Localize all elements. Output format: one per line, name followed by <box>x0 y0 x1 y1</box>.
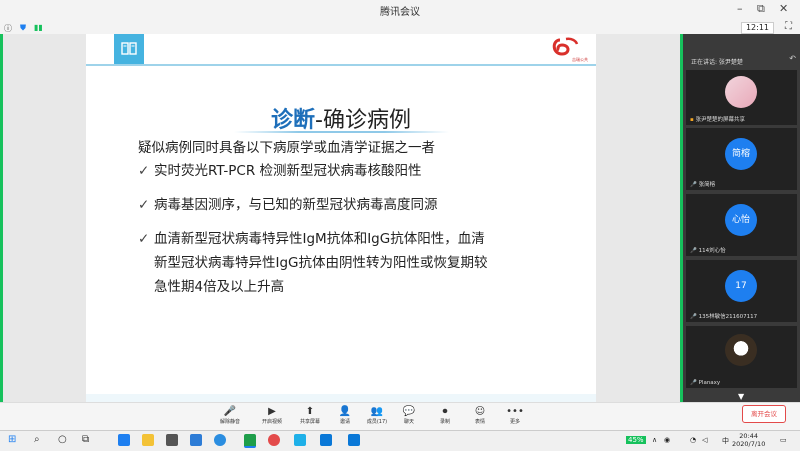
title-bar: 腾讯会议 – ⧉ ✕ <box>0 0 800 20</box>
bullet-3: ✓ 血清新型冠状病毒特异性IgM抗体和IgG抗体阳性，血清 <box>138 228 485 250</box>
check-icon: ✓ <box>138 163 150 179</box>
signal-icon: ▮▮ <box>34 23 43 32</box>
bullet-1: ✓ 实时荧光RT-PCR 检测新型冠状病毒核酸阳性 <box>138 160 422 182</box>
wifi-icon[interactable]: ◔ <box>690 436 696 444</box>
participant-tile[interactable]: 17 🎤 135林敏信211607117 <box>686 260 797 322</box>
shield-icon[interactable]: ⛊ <box>20 23 26 34</box>
battery-indicator[interactable]: 45% <box>626 436 646 444</box>
network-icon[interactable]: ◉ <box>664 436 670 444</box>
unmute-button[interactable]: 🎤 解除静音 <box>215 405 245 425</box>
camera-icon: ▶ <box>268 406 276 417</box>
participant-tile[interactable]: 简榕 🎤 张简榕 <box>686 128 797 190</box>
slide-title: 诊断-确诊病例 <box>86 102 596 134</box>
record-icon: ⏺ <box>442 406 448 417</box>
windows-start-icon[interactable]: ⊞ <box>8 434 16 445</box>
slide-intro: 疑似病例同时具备以下病原学或血清学证据之一者 <box>138 140 435 156</box>
avatar: 心怡 <box>725 204 757 236</box>
check-icon: ✓ <box>138 231 150 247</box>
search-icon[interactable]: ⌕ <box>34 434 40 445</box>
avatar: 17 <box>725 270 757 302</box>
slide-header-band <box>86 34 596 66</box>
smile-icon: ☺ <box>474 406 486 417</box>
cortana-icon[interactable]: ○ <box>58 434 67 445</box>
chevron-up-icon[interactable]: ∧ <box>652 436 657 444</box>
bullet-3-line-3: 急性期4倍及以上升高 <box>154 279 285 295</box>
volume-icon[interactable]: ◁ <box>702 436 707 444</box>
avatar: 简榕 <box>725 138 757 170</box>
close-button[interactable]: ✕ <box>779 2 788 15</box>
members-icon: 👥 <box>370 406 384 417</box>
info-icon[interactable]: ⓘ <box>4 23 12 34</box>
tencent-meeting-icon[interactable] <box>244 434 256 448</box>
collapse-arrow-icon[interactable]: ↶ <box>789 54 796 63</box>
notification-icon[interactable]: ▭ <box>780 436 787 444</box>
participant-panel: 正在讲话: 张尹楚楚 ↶ ▪ 张尹楚楚的屏幕共享 简榕 🎤 张简榕 心怡 🎤 1… <box>683 34 800 402</box>
mail-icon[interactable] <box>190 434 202 446</box>
share-screen-button[interactable]: ⬆ 共享屏幕 <box>295 405 325 425</box>
start-video-button[interactable]: ▶ 开启视频 <box>257 405 287 425</box>
participant-name: 🎤 Planaxy <box>690 380 721 386</box>
microphone-muted-icon: 🎤 <box>223 406 237 417</box>
avatar <box>725 76 757 108</box>
record-button[interactable]: ⏺ 录制 <box>430 405 460 425</box>
slide-footer <box>86 394 596 402</box>
chevron-down-icon[interactable]: ▼ <box>738 392 744 401</box>
participant-tile[interactable]: 🎤 Planaxy <box>686 326 797 388</box>
logo-text: 吉瑞公共 <box>572 57 588 62</box>
participant-tile[interactable]: ▪ 张尹楚楚的屏幕共享 <box>686 70 797 125</box>
edge-icon[interactable] <box>118 434 130 446</box>
participant-name: 🎤 135林敏信211607117 <box>690 314 758 320</box>
app-icon[interactable] <box>320 434 332 446</box>
invite-button[interactable]: 👤 邀请 <box>330 405 360 425</box>
avatar <box>725 334 757 366</box>
participant-tile[interactable]: 心怡 🎤 114刘心怡 <box>686 194 797 256</box>
shared-screen: 吉瑞公共 诊断-确诊病例 疑似病例同时具备以下病原学或血清学证据之一者 ✓ 实时荧… <box>0 34 683 402</box>
meeting-toolbar: 🎤 解除静音 ▶ 开启视频 ⬆ 共享屏幕 👤 邀请 👥 成员(17) 💬 聊天 ⏺ 录制 ☺ 表… <box>0 402 800 431</box>
store-icon[interactable] <box>166 434 178 446</box>
speaking-indicator: 正在讲话: 张尹楚楚 <box>691 59 743 66</box>
participant-name: 🎤 114刘心怡 <box>690 248 726 254</box>
chat-button[interactable]: 💬 聊天 <box>394 405 424 425</box>
title-underline <box>234 131 449 133</box>
share-border-left <box>0 34 3 402</box>
bullet-3-line-2: 新型冠状病毒特异性IgG抗体由阴性转为阳性或恢复期较 <box>154 255 488 271</box>
window-title: 腾讯会议 <box>380 7 420 18</box>
members-button[interactable]: 👥 成员(17) <box>362 405 392 425</box>
more-icon: ••• <box>506 406 524 417</box>
emoji-button[interactable]: ☺ 表情 <box>465 405 495 425</box>
minimize-button[interactable]: – <box>737 2 743 15</box>
participant-name: 🎤 张简榕 <box>690 182 716 188</box>
participant-name: ▪ 张尹楚楚的屏幕共享 <box>690 117 745 123</box>
windows-taskbar: ⊞ ⌕ ○ ⧉ 45% ∧ ◉ ◔ ◁ 中 20:44 2020/7/10 ▭ <box>0 430 800 451</box>
app-icon[interactable] <box>348 434 360 446</box>
bullet-2: ✓ 病毒基因测序，与已知的新型冠状病毒高度同源 <box>138 194 438 216</box>
slide-title-highlight: 诊断 <box>271 108 316 133</box>
ime-indicator[interactable]: 中 <box>722 436 729 446</box>
book-icon <box>114 34 144 64</box>
restore-button[interactable]: ⧉ <box>757 2 765 16</box>
invite-icon: 👤 <box>338 406 352 417</box>
task-view-icon[interactable]: ⧉ <box>82 434 89 445</box>
leave-meeting-button[interactable]: 离开会议 <box>742 405 786 423</box>
chat-icon: 💬 <box>402 406 416 417</box>
app-icon[interactable] <box>294 434 306 446</box>
more-button[interactable]: ••• 更多 <box>500 405 530 425</box>
meeting-info-bar <box>0 20 800 34</box>
share-screen-icon: ⬆ <box>305 406 315 417</box>
meeting-time: 12:11 <box>740 22 774 34</box>
slide-title-rest: -确诊病例 <box>315 108 411 133</box>
system-clock[interactable]: 20:44 2020/7/10 <box>732 432 765 448</box>
fullscreen-icon[interactable]: ⛶ <box>785 21 792 32</box>
check-icon: ✓ <box>138 197 150 213</box>
chrome-icon[interactable] <box>268 434 280 446</box>
folder-icon[interactable] <box>142 434 154 446</box>
slide: 吉瑞公共 诊断-确诊病例 疑似病例同时具备以下病原学或血清学证据之一者 ✓ 实时荧… <box>86 34 596 402</box>
app-icon[interactable] <box>214 434 226 446</box>
